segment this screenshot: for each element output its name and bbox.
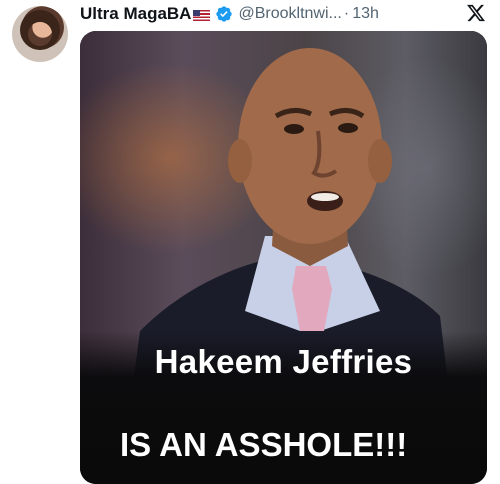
tweet-media-image[interactable]: Hakeem Jeffries IS AN ASSHOLE!!! <box>80 31 487 484</box>
tweet-header: Ultra MagaBA @Brookltnwi... · 13h <box>80 2 379 26</box>
user-handle[interactable]: @Brookltnwi... <box>238 5 341 23</box>
user-avatar[interactable] <box>12 6 68 62</box>
display-name[interactable]: Ultra MagaBA <box>80 4 191 24</box>
timestamp[interactable]: 13h <box>352 5 379 23</box>
media-subline-text: IS AN ASSHOLE!!! <box>120 426 408 463</box>
us-flag-icon <box>193 9 211 21</box>
avatar-image <box>20 10 60 50</box>
verified-badge-icon <box>216 6 233 22</box>
x-logo-icon[interactable] <box>465 3 487 23</box>
dot-separator: · <box>343 5 350 22</box>
media-headline-text: Hakeem Jeffries <box>154 343 413 380</box>
